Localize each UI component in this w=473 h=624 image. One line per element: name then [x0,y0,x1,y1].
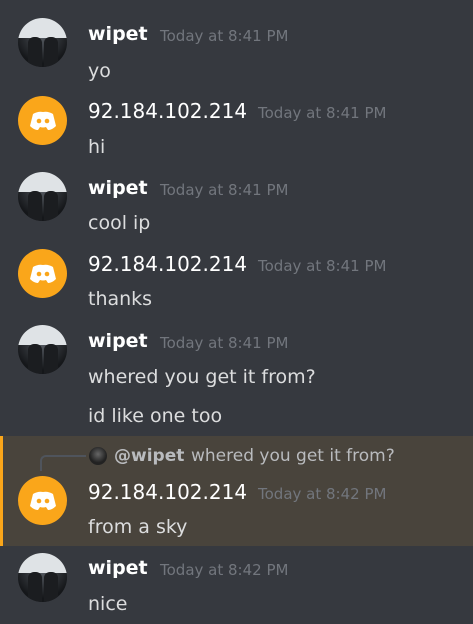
message-text: id like one too [88,405,223,427]
timestamp[interactable]: Today at 8:41 PM [160,27,288,45]
reply-preview-text[interactable]: whered you get it from? [191,446,395,466]
timestamp[interactable]: Today at 8:41 PM [258,257,386,275]
reply-username[interactable]: @wipet [114,446,184,466]
username[interactable]: wipet [88,23,148,45]
reply-avatar[interactable] [89,447,107,465]
username[interactable]: wipet [88,557,148,579]
username[interactable]: 92.184.102.214 [88,99,247,123]
message-text: cool ip [88,212,151,234]
avatar[interactable] [18,476,67,525]
avatar[interactable] [18,18,67,67]
reply-connector [40,455,86,471]
message-text: nice [88,593,128,615]
chat-messages: wipet Today at 8:41 PM yo 92.184.102.214… [0,0,473,624]
timestamp[interactable]: Today at 8:41 PM [160,334,288,352]
message-text: yo [88,60,111,82]
message-text: whered you get it from? [88,366,316,388]
timestamp[interactable]: Today at 8:41 PM [160,181,288,199]
avatar[interactable] [18,96,67,145]
avatar[interactable] [18,172,67,221]
username[interactable]: wipet [88,177,148,199]
avatar[interactable] [18,249,67,298]
username[interactable]: wipet [88,330,148,352]
discord-logo-icon [29,264,56,283]
username[interactable]: 92.184.102.214 [88,480,247,504]
timestamp[interactable]: Today at 8:42 PM [258,485,386,503]
timestamp[interactable]: Today at 8:42 PM [160,561,288,579]
avatar[interactable] [18,325,67,374]
timestamp[interactable]: Today at 8:41 PM [258,104,386,122]
message-text: from a sky [88,516,188,538]
message-text: hi [88,136,106,158]
message-text: thanks [88,288,153,310]
username[interactable]: 92.184.102.214 [88,252,247,276]
discord-logo-icon [29,111,56,130]
discord-logo-icon [29,491,56,510]
avatar[interactable] [18,553,67,602]
